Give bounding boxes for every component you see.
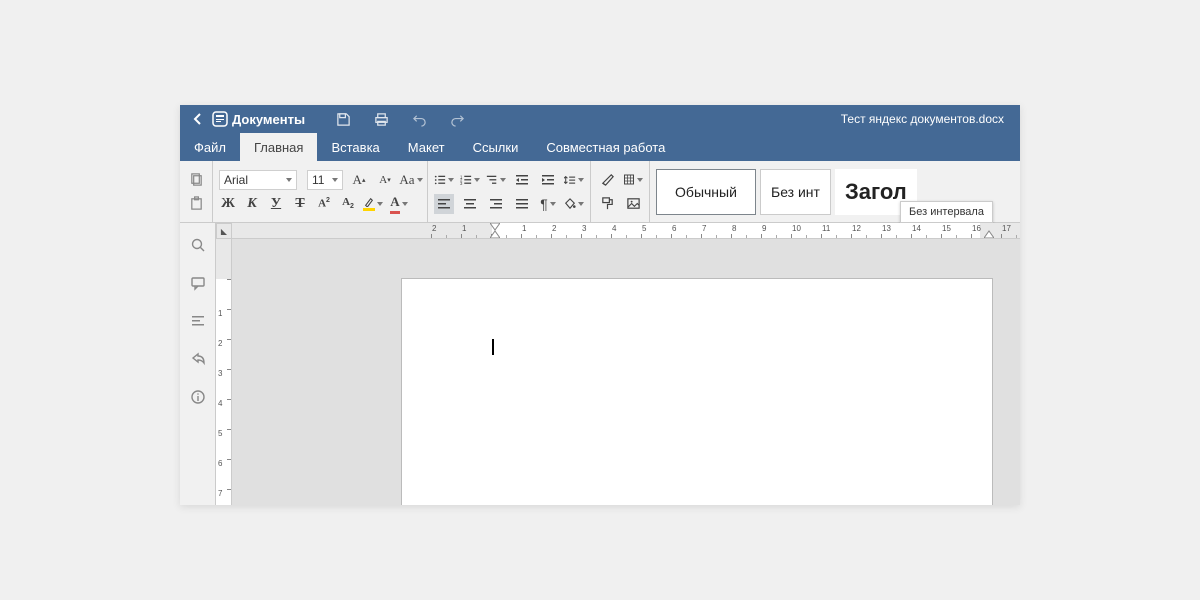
save-icon[interactable] [333,109,353,129]
ribbon: Arial 11 A▴ A▾ Aa Ж К У Т A2 A2 [180,161,1020,223]
multilevel-list-icon[interactable] [486,170,506,190]
nonprinting-icon[interactable]: ¶ [538,194,558,214]
horizontal-ruler[interactable]: 211234567891011121314151617 [232,223,1020,239]
shading-icon[interactable] [564,194,584,214]
strike-button[interactable]: Т [291,196,309,212]
titlebar: Документы Тест яндекс документов.docx [180,105,1020,133]
font-size-value: 11 [312,173,324,187]
feedback-icon[interactable] [188,349,208,369]
insert-image-icon[interactable] [623,194,643,214]
text-cursor [492,339,494,355]
superscript-button[interactable]: A2 [315,197,333,210]
insert-table-icon[interactable] [623,170,643,190]
subscript-button[interactable]: A2 [339,196,357,210]
italic-button[interactable]: К [243,196,261,212]
align-left-icon[interactable] [434,194,454,214]
tooltip-text: Без интервала [909,206,984,218]
bold-button[interactable]: Ж [219,196,237,212]
vertical-ruler[interactable]: 1234567 [216,239,232,505]
back-icon[interactable] [188,109,208,129]
app-name: Документы [232,112,305,127]
underline-button[interactable]: У [267,196,285,212]
menubar: Файл Главная Вставка Макет Ссылки Совмес… [180,133,1020,161]
document-name: Тест яндекс документов.docx [841,112,1004,126]
font-name-value: Arial [224,173,248,187]
increase-indent-icon[interactable] [538,170,558,190]
comments-icon[interactable] [188,273,208,293]
clear-style-icon[interactable] [597,170,617,190]
undo-icon[interactable] [409,109,429,129]
workspace: ◣ 211234567891011121314151617 1234567 [180,223,1020,505]
align-center-icon[interactable] [460,194,480,214]
decrease-font-icon[interactable]: A▾ [375,170,395,190]
font-size-select[interactable]: 11 [307,170,343,190]
change-case-icon[interactable]: Aa [401,170,421,190]
paste-icon[interactable] [186,194,206,214]
app-window: Документы Тест яндекс документов.docx Фа… [180,105,1020,505]
copy-icon[interactable] [186,170,206,190]
increase-font-icon[interactable]: A▴ [349,170,369,190]
headings-icon[interactable] [188,311,208,331]
left-indent-marker[interactable] [490,230,500,238]
tab-file[interactable]: Файл [180,133,240,161]
svg-text:3: 3 [460,181,463,186]
decrease-indent-icon[interactable] [512,170,532,190]
align-right-icon[interactable] [486,194,506,214]
tab-insert[interactable]: Вставка [317,133,393,161]
font-color-icon[interactable]: A [389,194,409,214]
tab-layout[interactable]: Макет [394,133,459,161]
tab-home[interactable]: Главная [240,133,317,161]
right-indent-marker[interactable] [984,230,994,238]
redo-icon[interactable] [447,109,467,129]
document-canvas[interactable] [232,239,1020,505]
ruler-corner: ◣ [216,223,232,239]
style-gallery: Обычный Без инт Загол [650,161,917,222]
tab-collaboration[interactable]: Совместная работа [532,133,679,161]
format-painter-icon[interactable] [597,194,617,214]
app-logo[interactable]: Документы [212,111,305,127]
line-spacing-icon[interactable] [564,170,584,190]
tab-references[interactable]: Ссылки [459,133,533,161]
page[interactable] [402,279,992,505]
style-normal[interactable]: Обычный [656,169,756,215]
font-name-select[interactable]: Arial [219,170,297,190]
about-icon[interactable] [188,387,208,407]
align-justify-icon[interactable] [512,194,532,214]
highlight-color-icon[interactable] [363,194,383,214]
side-panel [180,223,216,505]
find-icon[interactable] [188,235,208,255]
style-no-spacing[interactable]: Без инт [760,169,831,215]
tooltip: Без интервала [900,201,993,223]
numbering-icon[interactable]: 123 [460,170,480,190]
print-icon[interactable] [371,109,391,129]
bullets-icon[interactable] [434,170,454,190]
